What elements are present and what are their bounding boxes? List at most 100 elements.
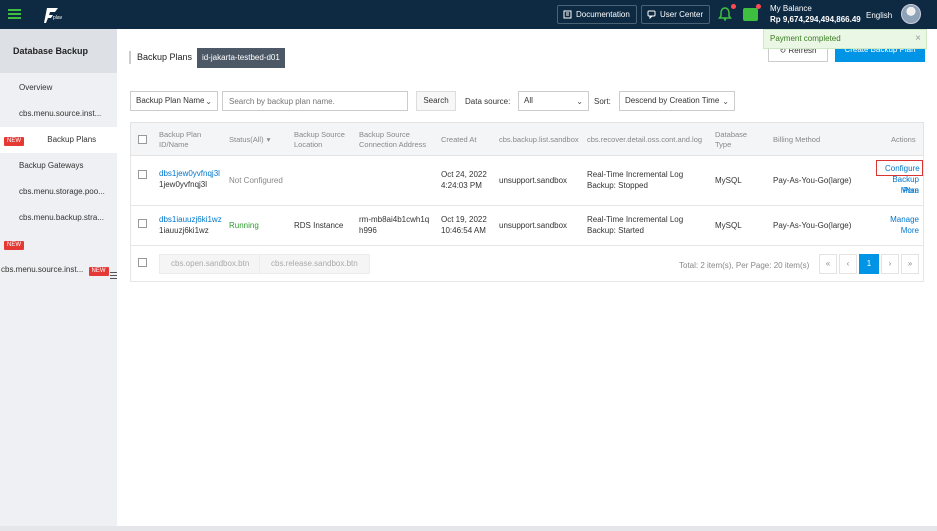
sidebar-item-overview[interactable]: Overview	[0, 75, 117, 101]
notification-dot	[731, 4, 736, 9]
bell-icon[interactable]	[718, 7, 732, 21]
toast-message: Payment completed ×	[763, 29, 927, 49]
sidebar-item-label: cbs.menu.storage.poo...	[19, 187, 105, 196]
created-time: 4:24:03 PM	[441, 181, 482, 190]
balance-value[interactable]: Rp 9,674,294,494,866.49	[770, 15, 861, 24]
table-row: dbs1iauuzj6ki1wz 1iauuzj6ki1wz Running R…	[130, 206, 924, 246]
sidebar-item-backup-plans[interactable]: NEW Backup Plans	[0, 127, 117, 153]
database-type: MySQL	[715, 176, 742, 185]
sidebar-item-label: Overview	[19, 83, 53, 92]
page-title: Backup Plans	[137, 52, 193, 62]
status-badge: Not Configured	[229, 176, 283, 185]
column-header-sandbox: cbs.backup.list.sandbox	[499, 135, 579, 144]
column-header-status-label: Status(All)	[229, 135, 264, 144]
backup-plan-name: 1iauuzj6ki1wz	[159, 226, 209, 235]
title-divider	[129, 51, 131, 64]
connection-address-line-1: rm-mb8ai4b1cwh1q	[359, 215, 430, 224]
sandbox-value: unsupport.sandbox	[499, 176, 568, 185]
sidebar-item-storage-pool[interactable]: cbs.menu.storage.poo...	[0, 179, 117, 205]
row-checkbox[interactable]	[138, 170, 147, 179]
backup-source-location: RDS Instance	[294, 221, 344, 230]
recover-line-1: Real-Time Incremental Log	[587, 215, 684, 224]
sidebar-item-backup-gateways[interactable]: Backup Gateways	[0, 153, 117, 179]
avatar[interactable]	[901, 4, 921, 24]
last-page-button[interactable]: »	[901, 254, 919, 274]
created-time: 10:46:54 AM	[441, 226, 486, 235]
sidebar-item-backup-strategy[interactable]: cbs.menu.backup.stra...	[0, 205, 117, 231]
hamburger-menu-icon[interactable]	[8, 9, 21, 19]
status-badge: Running	[229, 221, 259, 230]
document-icon	[563, 10, 572, 19]
created-date: Oct 24, 2022	[441, 170, 487, 179]
sandbox-value: unsupport.sandbox	[499, 221, 568, 230]
main-content: Backup Plans id-jakarta-testbed-d01 ↻ Re…	[117, 29, 937, 526]
sidebar-item-label: cbs.menu.source.inst...	[19, 109, 102, 118]
user-center-button[interactable]: User Center	[641, 5, 711, 24]
sidebar-item-source-instances-2[interactable]: cbs.menu.source.inst... NEW	[0, 257, 117, 283]
language-selector[interactable]: English	[866, 11, 892, 20]
select-all-checkbox[interactable]	[138, 135, 147, 144]
database-type: MySQL	[715, 221, 742, 230]
more-link[interactable]: More	[886, 225, 919, 236]
next-page-button[interactable]: ›	[881, 254, 899, 274]
row-checkbox[interactable]	[138, 219, 147, 228]
prev-page-button[interactable]: ‹	[839, 254, 857, 274]
table-header: Backup Plan ID/Name Status(All) ▾ Backup…	[130, 122, 924, 156]
filter-caret-icon: ▾	[266, 135, 271, 144]
more-link[interactable]: More	[886, 185, 919, 196]
recover-line-2: Backup: Stopped	[587, 181, 648, 190]
table-footer: cbs.open.sandbox.btn cbs.release.sandbox…	[130, 246, 924, 282]
chevron-down-icon: ⌄	[722, 97, 729, 106]
sort-value: Descend by Creation Time	[625, 96, 720, 105]
recover-line-2: Backup: Started	[587, 226, 644, 235]
table-row: dbs1jew0yvfnqj3l 1jew0yvfnqj3l Not Confi…	[130, 156, 924, 206]
column-header-connection: Backup Source Connection Address	[359, 130, 427, 149]
created-date: Oct 19, 2022	[441, 215, 487, 224]
column-header-recover: cbs.recover.detail.oss.cont.and.log	[587, 135, 703, 144]
backup-plan-id-link[interactable]: dbs1iauuzj6ki1wz	[159, 214, 222, 225]
sidebar-item-new[interactable]: NEW	[0, 231, 117, 257]
release-sandbox-button[interactable]: cbs.release.sandbox.btn	[259, 254, 370, 274]
chevron-down-icon: ⌄	[205, 97, 212, 106]
documentation-button[interactable]: Documentation	[557, 5, 637, 24]
balance-label: My Balance	[770, 4, 812, 13]
column-header-status[interactable]: Status(All) ▾	[229, 123, 289, 157]
logo-text: plav	[53, 15, 63, 21]
column-header-plan: Backup Plan ID/Name	[159, 130, 202, 149]
region-tag[interactable]: id-jakarta-testbed-d01	[197, 48, 285, 68]
filter-field-value: Backup Plan Name	[136, 96, 205, 105]
backup-plan-id-link[interactable]: dbs1jew0yvfnqj3l	[159, 168, 220, 179]
pagination-total: Total: 2 item(s), Per Page: 20 item(s)	[679, 261, 810, 270]
chat-icon	[647, 10, 656, 19]
wallet-icon[interactable]	[743, 8, 758, 21]
sidebar-item-label: Backup Gateways	[19, 161, 84, 170]
collapse-sidebar-icon[interactable]	[110, 272, 117, 281]
first-page-button[interactable]: «	[819, 254, 837, 274]
data-source-label: Data source:	[465, 97, 511, 106]
top-bar: plav Documentation User Center My Balanc…	[0, 0, 937, 29]
filter-field-select[interactable]: Backup Plan Name ⌄	[130, 91, 218, 111]
toast-text: Payment completed	[770, 34, 841, 43]
sidebar-item-label: cbs.menu.source.inst...	[1, 265, 84, 274]
new-badge: NEW	[88, 267, 109, 276]
new-badge: NEW	[4, 137, 24, 146]
column-header-dbtype: Database Type	[715, 130, 748, 149]
billing-method: Pay-As-You-Go(large)	[773, 221, 852, 230]
documentation-label: Documentation	[576, 10, 630, 19]
open-sandbox-button[interactable]: cbs.open.sandbox.btn	[159, 254, 262, 274]
sort-select[interactable]: Descend by Creation Time ⌄	[619, 91, 735, 111]
search-button[interactable]: Search	[416, 91, 456, 111]
manage-link[interactable]: Manage	[876, 214, 919, 225]
data-source-value: All	[524, 96, 533, 105]
footer-select-checkbox[interactable]	[138, 258, 147, 267]
search-input[interactable]	[222, 91, 408, 111]
new-badge: NEW	[4, 241, 24, 250]
sort-label: Sort:	[594, 97, 611, 106]
page-button-current[interactable]: 1	[859, 254, 879, 274]
sidebar: Database Backup Overview cbs.menu.source…	[0, 29, 117, 531]
data-source-select[interactable]: All ⌄	[518, 91, 589, 111]
configure-link[interactable]: Configure	[885, 163, 920, 174]
bottom-scrollbar[interactable]	[0, 526, 937, 531]
toast-close-icon[interactable]: ×	[915, 30, 921, 48]
sidebar-item-source-instances[interactable]: cbs.menu.source.inst...	[0, 101, 117, 127]
